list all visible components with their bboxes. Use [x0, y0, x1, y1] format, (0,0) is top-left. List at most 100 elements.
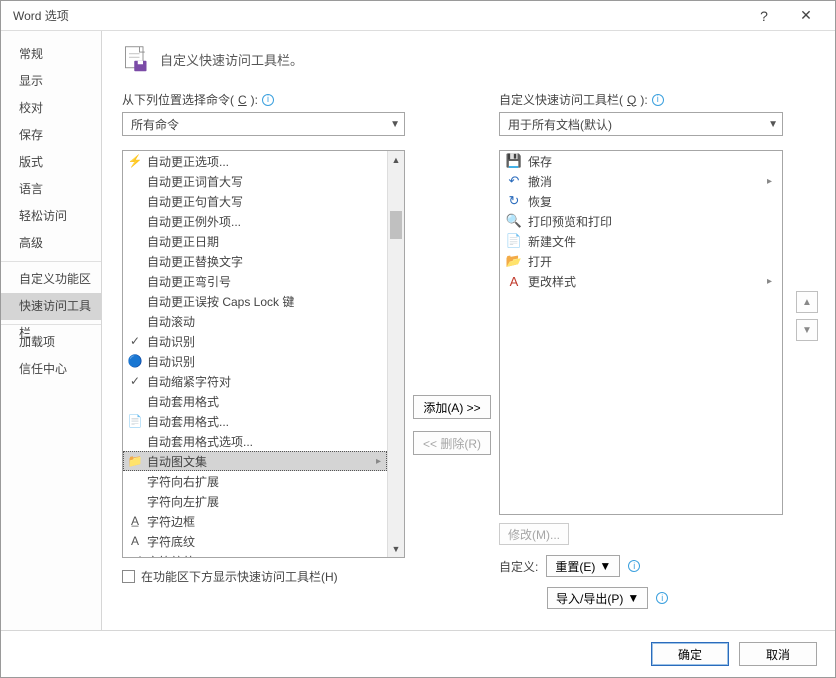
item-icon: ↻	[506, 193, 522, 209]
move-down-button[interactable]: ▼	[796, 319, 818, 341]
qat-item[interactable]: 💾保存	[500, 151, 782, 171]
help-button[interactable]: ?	[743, 2, 785, 30]
submenu-indicator: ▸	[767, 276, 772, 287]
list-item[interactable]: 自动更正替换文字	[123, 251, 387, 271]
show-below-ribbon-label: 在功能区下方显示快速访问工具栏(H)	[141, 568, 338, 585]
item-icon: ✓	[127, 373, 143, 389]
list-item[interactable]: 自动滚动	[123, 311, 387, 331]
sidebar-item[interactable]: 显示	[1, 68, 101, 95]
item-icon: ✓	[127, 333, 143, 349]
submenu-indicator: ▸	[376, 456, 381, 467]
item-icon	[127, 173, 143, 189]
scroll-thumb[interactable]	[390, 211, 402, 239]
list-item[interactable]: 📁自动图文集▸	[123, 451, 387, 471]
list-item[interactable]: 自动更正误按 Caps Lock 键	[123, 291, 387, 311]
list-item[interactable]: 📄自动套用格式...	[123, 411, 387, 431]
item-label: 自动识别	[147, 353, 387, 370]
sidebar-item[interactable]: 常规	[1, 41, 101, 68]
sidebar-item[interactable]: 自定义功能区	[1, 266, 101, 293]
list-item[interactable]: 自动更正例外项...	[123, 211, 387, 231]
item-icon	[127, 233, 143, 249]
sidebar-item[interactable]: 轻松访问	[1, 203, 101, 230]
item-label: 字符缩放	[147, 553, 372, 558]
list-item[interactable]: ✕A字符缩放▸	[123, 551, 387, 557]
item-icon: A	[127, 533, 143, 549]
custom-label: 自定义:	[499, 558, 538, 575]
scroll-up[interactable]: ▲	[388, 151, 404, 168]
sidebar-item[interactable]: 校对	[1, 95, 101, 122]
qat-listbox[interactable]: 💾保存↶撤消▸↻恢复🔍打印预览和打印📄新建文件📂打开A更改样式▸	[499, 150, 783, 515]
sidebar-item[interactable]: 信任中心	[1, 356, 101, 383]
sidebar-item[interactable]: 语言	[1, 176, 101, 203]
item-icon	[127, 313, 143, 329]
item-icon: 🔵	[127, 353, 143, 369]
remove-button[interactable]: << 删除(R)	[413, 431, 491, 455]
list-item[interactable]: 🔵自动识别	[123, 351, 387, 371]
page-title: 自定义快速访问工具栏。	[160, 50, 303, 69]
item-icon	[127, 293, 143, 309]
dialog-footer: 确定 取消	[1, 630, 835, 677]
reset-button[interactable]: 重置(E) ▼	[546, 555, 620, 577]
add-button[interactable]: 添加(A) >>	[413, 395, 491, 419]
item-label: 自动更正误按 Caps Lock 键	[147, 293, 387, 310]
submenu-indicator: ▸	[376, 556, 381, 558]
item-label: 自动更正替换文字	[147, 253, 387, 270]
cancel-button[interactable]: 取消	[739, 642, 817, 666]
list-item[interactable]: ✓自动缩紧字符对	[123, 371, 387, 391]
info-icon[interactable]: i	[652, 94, 664, 106]
content: 自定义快速访问工具栏。 从下列位置选择命令(C):i 所有命令▼ ⚡自动更正选项…	[102, 31, 835, 630]
item-icon: A	[506, 273, 522, 289]
sidebar-item[interactable]: 快速访问工具栏	[1, 293, 101, 320]
scrollbar[interactable]: ▲ ▼	[387, 151, 404, 557]
item-icon	[127, 493, 143, 509]
list-item[interactable]: ⚡自动更正选项...	[123, 151, 387, 171]
qat-target-combo[interactable]: 用于所有文档(默认)▼	[499, 112, 783, 136]
item-icon	[127, 193, 143, 209]
info-icon[interactable]: i	[628, 560, 640, 572]
list-item[interactable]: A字符底纹	[123, 531, 387, 551]
titlebar: Word 选项 ? ✕	[1, 1, 835, 31]
item-icon: 💾	[506, 153, 522, 169]
list-item[interactable]: 字符向右扩展	[123, 471, 387, 491]
list-item[interactable]: ✓自动识别	[123, 331, 387, 351]
qat-item[interactable]: ↶撤消▸	[500, 171, 782, 191]
item-label: 自动滚动	[147, 313, 387, 330]
list-item[interactable]: 自动更正日期	[123, 231, 387, 251]
list-item[interactable]: 自动更正弯引号	[123, 271, 387, 291]
qat-item[interactable]: 🔍打印预览和打印	[500, 211, 782, 231]
item-label: 自动更正例外项...	[147, 213, 387, 230]
item-icon: 📄	[127, 413, 143, 429]
sidebar-item[interactable]: 高级	[1, 230, 101, 257]
move-up-button[interactable]: ▲	[796, 291, 818, 313]
info-icon[interactable]: i	[262, 94, 274, 106]
item-label: 自动缩紧字符对	[147, 373, 387, 390]
qat-item[interactable]: 📂打开	[500, 251, 782, 271]
list-item[interactable]: 字符向左扩展	[123, 491, 387, 511]
qat-item[interactable]: A更改样式▸	[500, 271, 782, 291]
item-label: 自动更正句首大写	[147, 193, 387, 210]
modify-button[interactable]: 修改(M)...	[499, 523, 569, 545]
item-icon	[127, 433, 143, 449]
close-button[interactable]: ✕	[785, 2, 827, 30]
item-label: 自动套用格式	[147, 393, 387, 410]
chevron-down-icon: ▼	[599, 559, 611, 573]
sidebar-item[interactable]: 版式	[1, 149, 101, 176]
list-item[interactable]: 自动更正词首大写	[123, 171, 387, 191]
show-below-ribbon-checkbox[interactable]	[122, 570, 135, 583]
sidebar-item[interactable]: 加载项	[1, 329, 101, 356]
item-icon: 🔍	[506, 213, 522, 229]
list-item[interactable]: 自动套用格式	[123, 391, 387, 411]
commands-source-combo[interactable]: 所有命令▼	[122, 112, 405, 136]
list-item[interactable]: 自动更正句首大写	[123, 191, 387, 211]
list-item[interactable]: 自动套用格式选项...	[123, 431, 387, 451]
item-icon	[127, 273, 143, 289]
ok-button[interactable]: 确定	[651, 642, 729, 666]
info-icon[interactable]: i	[656, 592, 668, 604]
sidebar-item[interactable]: 保存	[1, 122, 101, 149]
import-export-button[interactable]: 导入/导出(P) ▼	[547, 587, 648, 609]
list-item[interactable]: A̲字符边框	[123, 511, 387, 531]
qat-item[interactable]: ↻恢复	[500, 191, 782, 211]
commands-listbox[interactable]: ⚡自动更正选项...自动更正词首大写自动更正句首大写自动更正例外项...自动更正…	[122, 150, 405, 558]
scroll-down[interactable]: ▼	[388, 540, 404, 557]
qat-item[interactable]: 📄新建文件	[500, 231, 782, 251]
